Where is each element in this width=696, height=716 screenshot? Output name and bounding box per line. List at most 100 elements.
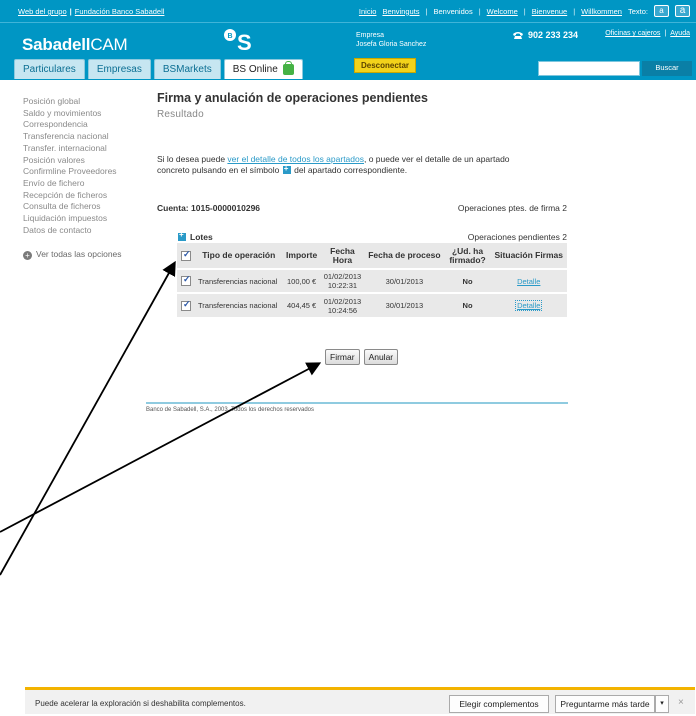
- font-smaller-button[interactable]: a: [654, 5, 669, 17]
- pending-operations-count: Operaciones pendientes 2: [467, 232, 567, 242]
- search-input[interactable]: [538, 61, 640, 76]
- cell-tipo: Transferencias nacional: [195, 268, 283, 293]
- cell-firmado: No: [444, 292, 491, 317]
- cell-fecha-hora: 01/02/2013 10:24:56: [320, 292, 365, 317]
- detail-link[interactable]: Detalle: [515, 300, 543, 311]
- table-header: Tipo de operación Importe Fecha Hora Fec…: [177, 243, 567, 270]
- table-row: Transferencias nacional 100,00 € 01/02/2…: [177, 268, 567, 293]
- search-button[interactable]: Buscar: [642, 61, 692, 76]
- row-checkbox[interactable]: [181, 275, 191, 286]
- arrow-to-sign-button: [0, 362, 322, 533]
- svg-text:B: B: [228, 33, 233, 40]
- lang-welcome[interactable]: Welcome: [487, 7, 518, 16]
- page-title: Firma y anulación de operaciones pendien…: [157, 91, 428, 105]
- main-tabs: Particulares Empresas BSMarkets BS Onlin…: [14, 59, 303, 79]
- lock-icon: [282, 61, 294, 75]
- sidebar-item-confirmline[interactable]: Confirmline Proveedores: [23, 166, 143, 178]
- header-links: Oficinas y cajeros | Ayuda: [605, 30, 690, 37]
- tab-empresas[interactable]: Empresas: [87, 59, 151, 79]
- cell-fecha-hora: 01/02/2013 10:22:31: [320, 268, 365, 293]
- footer-divider: [146, 402, 568, 404]
- font-larger-button[interactable]: a: [675, 5, 690, 17]
- phone: 902 233 234: [512, 30, 578, 40]
- account-number: 1015-0000010296: [191, 203, 261, 213]
- sidebar-item-posicion-valores[interactable]: Posición valores: [23, 155, 143, 167]
- plus-circle-icon: +: [23, 250, 32, 260]
- link-web-del-grupo[interactable]: Web del grupo: [18, 7, 67, 16]
- cell-importe: 100,00 €: [282, 268, 321, 293]
- text-size-label: Texto:: [627, 6, 648, 16]
- sign-button[interactable]: Firmar: [325, 349, 360, 365]
- cell-tipo: Transferencias nacional: [195, 292, 283, 317]
- operations-table: Tipo de operación Importe Fecha Hora Fec…: [177, 243, 567, 317]
- col-tipo: Tipo de operación: [195, 243, 283, 270]
- options-dropdown-icon[interactable]: ▾: [655, 695, 669, 713]
- pending-signature-count: Operaciones ptes. de firma 2: [457, 203, 567, 213]
- table-row: Transferencias nacional 404,45 € 01/02/2…: [177, 292, 567, 317]
- notification-bar: Puede acelerar la exploración si deshabi…: [25, 687, 695, 714]
- page-subtitle: Resultado: [157, 109, 204, 120]
- lotes-row: Lotes Operaciones pendientes 2: [177, 230, 567, 242]
- cell-proceso: 30/01/2013: [364, 292, 445, 317]
- close-icon[interactable]: ×: [678, 697, 684, 708]
- sidebar-item-transferencia-nacional[interactable]: Transferencia nacional: [23, 131, 143, 143]
- separator: |: [69, 7, 72, 16]
- col-firmado: ¿Ud. ha firmado?: [444, 243, 491, 270]
- svg-text:S: S: [237, 30, 252, 53]
- choose-addons-button[interactable]: Elegir complementos: [449, 695, 549, 713]
- sidebar-item-recepcion-ficheros[interactable]: Recepción de ficheros: [23, 190, 143, 202]
- tab-bsmarkets[interactable]: BSMarkets: [153, 59, 221, 79]
- expand-icon: [282, 163, 291, 174]
- footer-copyright: Banco de Sabadell, S.A., 2003. Todos los…: [146, 407, 314, 413]
- brand-logo[interactable]: SabadellCAM: [22, 35, 128, 55]
- arrow-to-checkbox: [0, 260, 176, 576]
- sidebar-item-envio-fichero[interactable]: Envío de fichero: [23, 178, 143, 190]
- sidebar-more-options[interactable]: + Ver todas las opciones: [23, 249, 143, 261]
- row-checkbox[interactable]: [181, 300, 191, 311]
- sidebar-item-saldo[interactable]: Saldo y movimientos: [23, 108, 143, 120]
- user-name: Josefa Gloria Sanchez: [356, 41, 427, 48]
- page: Web del grupo | Fundación Banco Sabadell…: [0, 0, 696, 716]
- account-label: Cuenta:: [157, 203, 189, 213]
- view-all-details-link[interactable]: ver el detalle de todos los apartados: [227, 154, 364, 164]
- select-all-checkbox[interactable]: [181, 250, 191, 261]
- link-inicio[interactable]: Inicio: [359, 7, 377, 16]
- link-oficinas[interactable]: Oficinas y cajeros: [605, 30, 660, 37]
- lang-bienvenue[interactable]: Bienvenue: [532, 7, 567, 16]
- col-fecha-hora: Fecha Hora: [320, 243, 365, 270]
- bs-logo-icon: B S: [224, 29, 252, 53]
- top-utility-bar: Web del grupo | Fundación Banco Sabadell…: [0, 0, 696, 22]
- phone-icon: [513, 32, 523, 39]
- action-buttons: Firmar Anular: [325, 349, 399, 365]
- user-company: Empresa: [356, 32, 385, 39]
- user-info: Empresa Josefa Gloria Sanchez: [356, 31, 426, 49]
- col-importe: Importe: [282, 243, 321, 270]
- account-row: Cuenta: 1015-0000010296 Operaciones ptes…: [157, 203, 567, 213]
- lang-benvinguts[interactable]: Benvinguts: [382, 7, 419, 16]
- sidebar-item-transfer-internacional[interactable]: Transfer. internacional: [23, 143, 143, 155]
- info-text: Si lo desea puede ver el detalle de todo…: [157, 154, 567, 176]
- col-situacion: Situación Firmas: [490, 243, 567, 270]
- sidebar-item-datos-contacto[interactable]: Datos de contacto: [23, 225, 143, 237]
- main-content: Firma y anulación de operaciones pendien…: [157, 91, 577, 365]
- cell-importe: 404,45 €: [282, 292, 321, 317]
- tab-bs-online[interactable]: BS Online: [223, 59, 303, 79]
- cancel-button[interactable]: Anular: [363, 349, 399, 365]
- cell-proceso: 30/01/2013: [364, 268, 445, 293]
- col-fecha-proceso: Fecha de proceso: [364, 243, 445, 270]
- cell-firmado: No: [444, 268, 491, 293]
- link-fundacion[interactable]: Fundación Banco Sabadell: [75, 7, 165, 16]
- sidebar: Posición global Saldo y movimientos Corr…: [23, 96, 143, 261]
- collapse-icon: [178, 230, 186, 241]
- lang-benvenidos[interactable]: Benvenidos: [434, 7, 473, 16]
- logout-button[interactable]: Desconectar: [354, 58, 417, 73]
- tab-particulares[interactable]: Particulares: [14, 59, 85, 79]
- sidebar-item-consulta-ficheros[interactable]: Consulta de ficheros: [23, 201, 143, 213]
- ask-later-button[interactable]: Preguntarme más tarde: [555, 695, 655, 713]
- lang-willkommen[interactable]: Willkommen: [581, 7, 622, 16]
- detail-link[interactable]: Detalle: [517, 277, 540, 286]
- sidebar-item-posicion-global[interactable]: Posición global: [23, 96, 143, 108]
- sidebar-item-correspondencia[interactable]: Correspondencia: [23, 119, 143, 131]
- sidebar-item-liquidacion[interactable]: Liquidación impuestos: [23, 213, 143, 225]
- link-ayuda[interactable]: Ayuda: [670, 30, 690, 37]
